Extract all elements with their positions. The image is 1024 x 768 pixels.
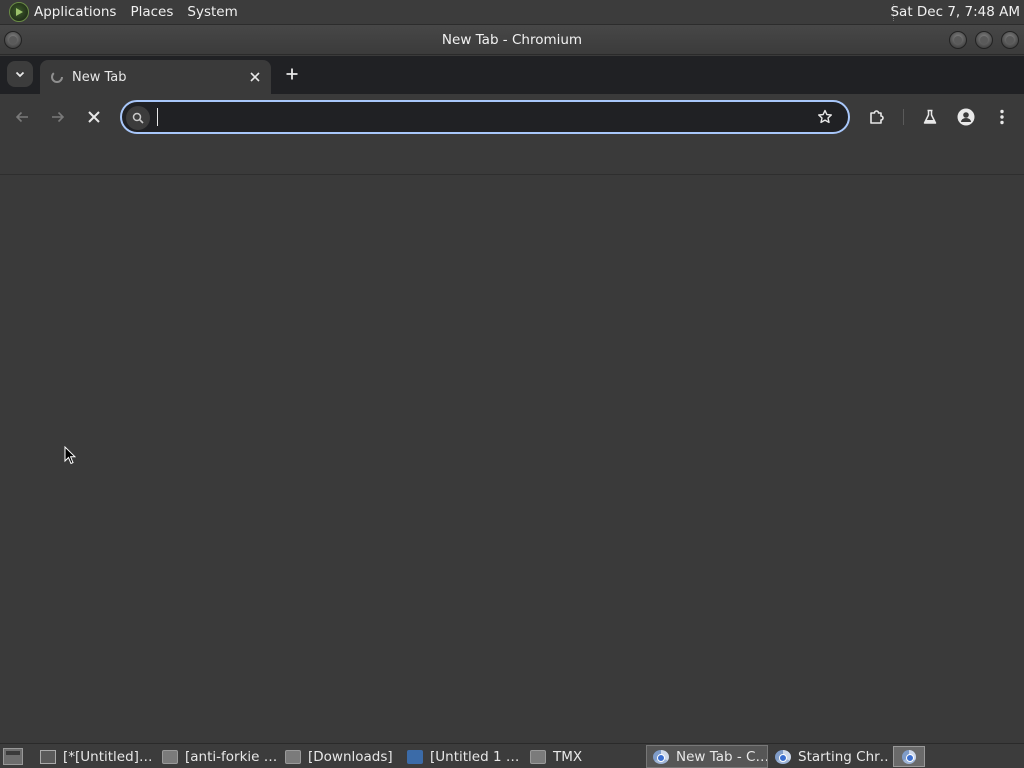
profile-icon <box>957 108 975 126</box>
applications-menu[interactable]: Applications <box>34 4 116 20</box>
close-window-button[interactable] <box>1001 31 1019 49</box>
plus-icon <box>286 68 298 80</box>
taskbar-item-tmx[interactable]: TMX <box>524 745 644 768</box>
tab-search-button[interactable] <box>7 61 33 87</box>
minimize-button[interactable] <box>949 31 967 49</box>
panel-clock[interactable]: Sat Dec 7, 7:48 AM <box>890 4 1020 20</box>
writer-icon <box>407 749 423 764</box>
chevron-down-icon <box>15 71 25 78</box>
taskbar-item-downloads[interactable]: [Downloads] <box>279 745 399 768</box>
show-desktop-button[interactable] <box>3 748 23 765</box>
window-titlebar[interactable]: New Tab - Chromium <box>0 25 1024 55</box>
tab-close-icon[interactable] <box>247 69 263 85</box>
places-menu[interactable]: Places <box>130 4 173 20</box>
top-panel: Applications Places System Sat Dec 7, 7:… <box>0 0 1024 25</box>
search-icon <box>126 106 150 130</box>
chrome-menu-button[interactable] <box>990 105 1014 129</box>
forward-button[interactable] <box>46 105 70 129</box>
address-bar[interactable] <box>120 100 850 134</box>
chromium-icon <box>653 749 669 764</box>
system-menu[interactable]: System <box>187 4 237 20</box>
folder-icon <box>530 749 546 764</box>
document-icon <box>40 749 56 764</box>
taskbar-item-label: TMX <box>553 748 583 765</box>
page-content <box>0 175 1024 743</box>
maximize-button[interactable] <box>975 31 993 49</box>
chromium-icon <box>902 749 916 764</box>
taskbar-item-untitled-writer[interactable]: [Untitled 1 … <box>401 745 521 768</box>
taskbar-item-label: [anti-forkie … <box>185 748 276 765</box>
bookmarks-bar <box>0 140 1024 175</box>
chromium-icon <box>775 749 791 764</box>
bottom-taskbar: [*[Untitled]… [anti-forkie … [Downloads]… <box>0 743 1024 768</box>
taskbar-item-untitled-doc[interactable]: [*[Untitled]… <box>34 745 154 768</box>
labs-button[interactable] <box>918 105 942 129</box>
tab-strip: New Tab <box>0 56 1024 94</box>
back-button[interactable] <box>10 105 34 129</box>
browser-toolbar <box>0 94 1024 140</box>
taskbar-item-anti-forkie[interactable]: [anti-forkie … <box>156 745 276 768</box>
extensions-button[interactable] <box>865 105 889 129</box>
toolbar-separator <box>903 109 904 125</box>
bookmark-star-icon[interactable] <box>816 108 834 126</box>
tab-title: New Tab <box>72 69 127 85</box>
forward-icon <box>52 111 65 123</box>
window-menu-button[interactable] <box>4 31 22 49</box>
omnibox-input[interactable] <box>156 106 806 128</box>
tray-chromium-button[interactable] <box>893 746 925 767</box>
taskbar-item-starting-chromium[interactable]: Starting Chr… <box>769 745 889 768</box>
tab-new-tab[interactable]: New Tab <box>40 60 271 94</box>
stop-button[interactable] <box>82 105 106 129</box>
stop-icon <box>88 111 100 123</box>
taskbar-item-label: [*[Untitled]… <box>63 748 153 765</box>
folder-icon <box>285 749 301 764</box>
back-icon <box>15 111 28 123</box>
extensions-icon <box>870 110 884 124</box>
mouse-cursor-icon <box>64 446 76 465</box>
new-tab-button[interactable] <box>281 63 303 85</box>
taskbar-item-label: Starting Chr… <box>798 748 889 765</box>
window-title: New Tab - Chromium <box>441 31 583 48</box>
menu-dots-icon <box>1000 109 1004 125</box>
folder-icon <box>162 749 178 764</box>
taskbar-item-label: [Downloads] <box>308 748 393 765</box>
distro-logo-icon[interactable] <box>9 2 29 22</box>
profile-button[interactable] <box>954 105 978 129</box>
loading-favicon-icon <box>50 70 64 84</box>
labs-flask-icon <box>923 109 937 124</box>
taskbar-item-label: [Untitled 1 … <box>430 748 520 765</box>
taskbar-item-new-tab-chromium[interactable]: New Tab - C… <box>646 745 768 768</box>
text-caret <box>157 108 158 126</box>
taskbar-item-label: New Tab - C… <box>676 748 768 765</box>
